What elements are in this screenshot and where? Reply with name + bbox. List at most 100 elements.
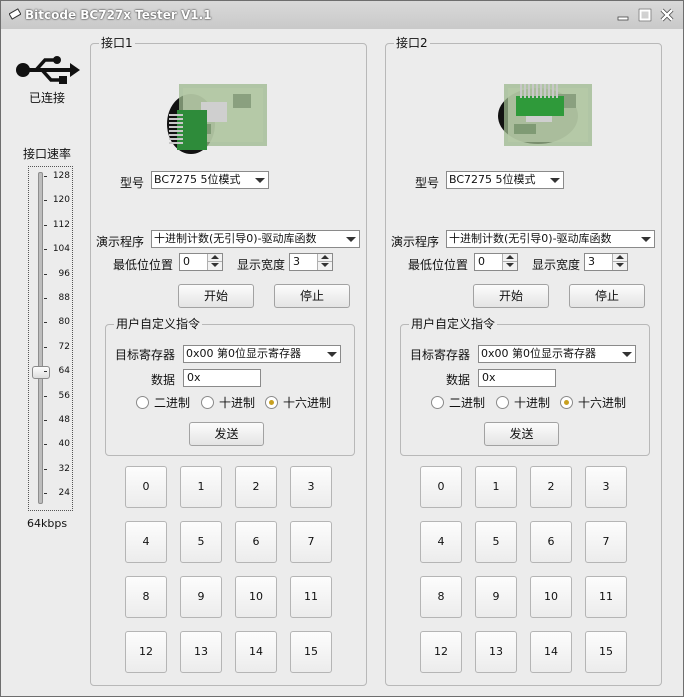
tick-label: 96 (58, 268, 70, 279)
radio-button-icon[interactable] (201, 396, 214, 409)
tick-mark (44, 395, 47, 397)
lowpos-label: 最低位位置 (113, 258, 174, 272)
number-button-0[interactable]: 0 (420, 466, 462, 508)
number-button-8[interactable]: 8 (125, 576, 167, 618)
number-button-12[interactable]: 12 (420, 631, 462, 673)
model-label: 型号 (415, 176, 440, 190)
demo-select[interactable]: 十进制计数(无引导0)-驱动库函数 (151, 230, 360, 248)
number-button-9[interactable]: 9 (180, 576, 222, 618)
spin-down-icon[interactable] (502, 261, 517, 270)
lowpos-spinner[interactable]: 0 (474, 253, 518, 271)
slider-track[interactable] (38, 172, 43, 504)
radio-bin[interactable]: 二进制 (431, 394, 485, 411)
data-input[interactable]: 0x (478, 369, 556, 387)
maximize-icon[interactable] (637, 7, 653, 23)
radio-button-icon[interactable] (496, 396, 509, 409)
number-button-10[interactable]: 10 (235, 576, 277, 618)
close-icon[interactable] (659, 7, 675, 23)
radio-dec[interactable]: 十进制 (201, 394, 255, 411)
radio-dec[interactable]: 十进制 (496, 394, 550, 411)
title-bar[interactable]: Bitcode BC727x Tester V1.1 (1, 1, 683, 29)
stop-button[interactable]: 停止 (569, 284, 645, 308)
number-button-1[interactable]: 1 (180, 466, 222, 508)
number-button-2[interactable]: 2 (530, 466, 572, 508)
chevron-down-icon[interactable] (622, 352, 632, 357)
demo-select[interactable]: 十进制计数(无引导0)-驱动库函数 (446, 230, 655, 248)
number-button-4[interactable]: 4 (125, 521, 167, 563)
number-button-13[interactable]: 13 (475, 631, 517, 673)
number-button-8[interactable]: 8 (420, 576, 462, 618)
number-button-9[interactable]: 9 (475, 576, 517, 618)
chevron-down-icon[interactable] (327, 352, 337, 357)
number-button-6[interactable]: 6 (530, 521, 572, 563)
number-button-13[interactable]: 13 (180, 631, 222, 673)
stop-button[interactable]: 停止 (274, 284, 350, 308)
number-button-7[interactable]: 7 (585, 521, 627, 563)
chevron-down-icon[interactable] (641, 237, 651, 242)
speed-value: 64kbps (27, 517, 68, 530)
register-label: 目标寄存器 (410, 348, 471, 362)
send-button[interactable]: 发送 (189, 422, 264, 446)
demo-label: 演示程序 (391, 235, 440, 249)
send-button[interactable]: 发送 (484, 422, 559, 446)
radio-label: 十进制 (514, 396, 551, 410)
number-button-1[interactable]: 1 (475, 466, 517, 508)
tick-mark (44, 322, 47, 324)
start-button[interactable]: 开始 (473, 284, 549, 308)
lowpos-spinner[interactable]: 0 (179, 253, 223, 271)
number-button-11[interactable]: 11 (585, 576, 627, 618)
number-button-11[interactable]: 11 (290, 576, 332, 618)
number-button-0[interactable]: 0 (125, 466, 167, 508)
number-button-10[interactable]: 10 (530, 576, 572, 618)
slider-tick: 64 (44, 366, 72, 378)
number-button-3[interactable]: 3 (290, 466, 332, 508)
data-label: 数据 (446, 373, 471, 387)
radio-button-icon[interactable] (560, 396, 573, 409)
speed-slider[interactable]: 128 120 112 104 96 88 80 72 64 56 48 40 32 24 (28, 166, 73, 511)
chevron-down-icon[interactable] (550, 178, 560, 183)
radio-hex[interactable]: 十六进制 (560, 394, 626, 411)
data-input[interactable]: 0x (183, 369, 261, 387)
port-group: 接口2 型号 BC7275 5位模式 演示程序 十进制计数(无引导0)-驱动库函数 最低位… (385, 36, 662, 686)
chevron-down-icon[interactable] (346, 237, 356, 242)
radio-button-icon[interactable] (431, 396, 444, 409)
number-button-14[interactable]: 14 (530, 631, 572, 673)
model-select[interactable]: BC7275 5位模式 (151, 171, 269, 189)
tick-label: 56 (58, 390, 70, 401)
spin-down-icon[interactable] (317, 261, 332, 270)
radio-bin[interactable]: 二进制 (136, 394, 190, 411)
number-button-3[interactable]: 3 (585, 466, 627, 508)
radio-button-icon[interactable] (265, 396, 278, 409)
number-button-15[interactable]: 15 (290, 631, 332, 673)
spin-down-icon[interactable] (207, 261, 222, 270)
tick-mark (44, 420, 47, 421)
number-button-12[interactable]: 12 (125, 631, 167, 673)
radio-hex[interactable]: 十六进制 (265, 394, 331, 411)
register-select[interactable]: 0x00 第0位显示寄存器 (478, 345, 636, 363)
register-select[interactable]: 0x00 第0位显示寄存器 (183, 345, 341, 363)
number-button-2[interactable]: 2 (235, 466, 277, 508)
slider-tick: 32 (44, 464, 72, 476)
number-button-5[interactable]: 5 (180, 521, 222, 563)
custom-command-group: 用户自定义指令 目标寄存器 0x00 第0位显示寄存器 数据 0x 二进制 十进制 十六进制发… (400, 317, 650, 456)
start-button[interactable]: 开始 (178, 284, 254, 308)
number-button-7[interactable]: 7 (290, 521, 332, 563)
minimize-icon[interactable] (615, 7, 631, 23)
width-spinner[interactable]: 3 (584, 253, 628, 271)
demo-value: 十进制计数(无引导0)-驱动库函数 (449, 232, 612, 245)
radio-button-icon[interactable] (136, 396, 149, 409)
width-value: 3 (588, 255, 595, 268)
tick-label: 104 (52, 244, 70, 255)
number-button-15[interactable]: 15 (585, 631, 627, 673)
number-button-4[interactable]: 4 (420, 521, 462, 563)
number-button-14[interactable]: 14 (235, 631, 277, 673)
board-image-frame (161, 74, 271, 154)
model-select[interactable]: BC7275 5位模式 (446, 171, 564, 189)
number-button-5[interactable]: 5 (475, 521, 517, 563)
down-arrow-icon (211, 263, 219, 267)
width-spinner[interactable]: 3 (289, 253, 333, 271)
spin-down-icon[interactable] (612, 261, 627, 270)
number-button-6[interactable]: 6 (235, 521, 277, 563)
chevron-down-icon[interactable] (255, 178, 265, 183)
tick-label: 64 (58, 366, 70, 377)
